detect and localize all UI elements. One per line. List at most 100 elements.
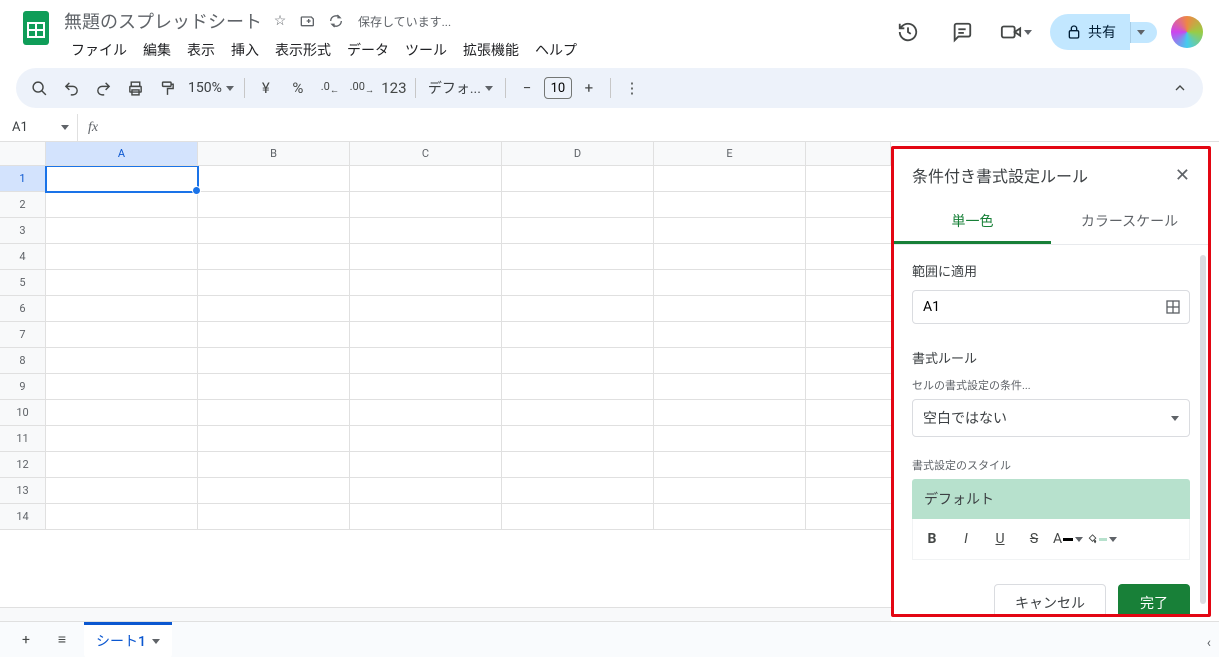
- menu-ヘルプ[interactable]: ヘルプ: [528, 36, 584, 64]
- cell[interactable]: [198, 426, 350, 452]
- cell[interactable]: [350, 374, 502, 400]
- cell[interactable]: [46, 452, 198, 478]
- cell[interactable]: [198, 270, 350, 296]
- cell[interactable]: [654, 270, 806, 296]
- menu-挿入[interactable]: 挿入: [224, 36, 266, 64]
- cell[interactable]: [46, 504, 198, 530]
- style-preview[interactable]: デフォルト: [912, 479, 1190, 519]
- column-header[interactable]: C: [350, 142, 502, 166]
- cell[interactable]: [350, 452, 502, 478]
- italic-button[interactable]: I: [951, 525, 981, 553]
- cell[interactable]: [198, 374, 350, 400]
- currency-button[interactable]: ¥: [251, 74, 281, 102]
- cell[interactable]: [46, 244, 198, 270]
- grid-select-icon[interactable]: [1157, 299, 1189, 315]
- cell[interactable]: [502, 166, 654, 192]
- cell[interactable]: [502, 348, 654, 374]
- range-input[interactable]: [913, 291, 1157, 323]
- select-all-corner[interactable]: [0, 142, 46, 166]
- cell[interactable]: [654, 400, 806, 426]
- redo-icon[interactable]: [88, 74, 118, 102]
- cell[interactable]: [502, 218, 654, 244]
- cell[interactable]: [198, 504, 350, 530]
- cell[interactable]: [46, 374, 198, 400]
- cell[interactable]: [654, 426, 806, 452]
- move-icon[interactable]: [298, 11, 318, 31]
- sheets-logo[interactable]: [16, 8, 56, 48]
- cell[interactable]: [46, 478, 198, 504]
- cell[interactable]: [654, 296, 806, 322]
- search-icon[interactable]: [24, 74, 54, 102]
- cell[interactable]: [502, 322, 654, 348]
- row-header[interactable]: 8: [0, 348, 46, 374]
- column-header[interactable]: A: [46, 142, 198, 166]
- cell[interactable]: [654, 192, 806, 218]
- menu-ツール[interactable]: ツール: [398, 36, 454, 64]
- cell[interactable]: [198, 322, 350, 348]
- bold-button[interactable]: B: [917, 525, 947, 553]
- cell[interactable]: [46, 166, 198, 192]
- row-header[interactable]: 11: [0, 426, 46, 452]
- cell[interactable]: [654, 244, 806, 270]
- share-button[interactable]: 共有: [1050, 14, 1130, 50]
- row-header[interactable]: 3: [0, 218, 46, 244]
- collapse-toolbar-icon[interactable]: [1165, 74, 1195, 102]
- name-box[interactable]: A1: [0, 114, 78, 141]
- cell[interactable]: [198, 348, 350, 374]
- tab-single-color[interactable]: 単一色: [894, 201, 1051, 244]
- row-header[interactable]: 2: [0, 192, 46, 218]
- cell[interactable]: [350, 218, 502, 244]
- cell[interactable]: [654, 374, 806, 400]
- cell[interactable]: [198, 400, 350, 426]
- cell[interactable]: [654, 452, 806, 478]
- cancel-button[interactable]: キャンセル: [994, 584, 1106, 614]
- row-header[interactable]: 9: [0, 374, 46, 400]
- star-icon[interactable]: ☆: [270, 11, 290, 31]
- row-header[interactable]: 1: [0, 166, 46, 192]
- increase-font-size-button[interactable]: +: [574, 74, 604, 102]
- sheet-tab[interactable]: シート1: [84, 622, 172, 658]
- row-header[interactable]: 13: [0, 478, 46, 504]
- comments-icon[interactable]: [942, 12, 982, 52]
- add-sheet-button[interactable]: +: [12, 626, 40, 654]
- cell[interactable]: [502, 244, 654, 270]
- menu-ファイル[interactable]: ファイル: [64, 36, 134, 64]
- close-icon[interactable]: ✕: [1175, 165, 1190, 186]
- row-header[interactable]: 12: [0, 452, 46, 478]
- menu-表示形式[interactable]: 表示形式: [268, 36, 338, 64]
- decrease-decimal-button[interactable]: .0←: [315, 74, 345, 102]
- print-icon[interactable]: [120, 74, 150, 102]
- history-icon[interactable]: [888, 12, 928, 52]
- decrease-font-size-button[interactable]: −: [512, 74, 542, 102]
- column-header[interactable]: E: [654, 142, 806, 166]
- column-header[interactable]: D: [502, 142, 654, 166]
- cell[interactable]: [502, 452, 654, 478]
- share-dropdown[interactable]: [1130, 22, 1157, 43]
- cell[interactable]: [46, 296, 198, 322]
- row-header[interactable]: 10: [0, 400, 46, 426]
- text-color-button[interactable]: A: [1053, 525, 1083, 553]
- cell[interactable]: [350, 270, 502, 296]
- cell[interactable]: [502, 192, 654, 218]
- meet-icon[interactable]: [996, 12, 1036, 52]
- menu-表示[interactable]: 表示: [180, 36, 222, 64]
- cell[interactable]: [350, 348, 502, 374]
- cell[interactable]: [198, 244, 350, 270]
- undo-icon[interactable]: [56, 74, 86, 102]
- cell[interactable]: [46, 426, 198, 452]
- horizontal-scrollbar[interactable]: [0, 607, 891, 621]
- number-format-button[interactable]: 123: [379, 74, 409, 102]
- underline-button[interactable]: U: [985, 525, 1015, 553]
- cell[interactable]: [350, 400, 502, 426]
- more-toolbar-icon[interactable]: ⋮: [617, 74, 647, 102]
- cell[interactable]: [502, 374, 654, 400]
- formula-input[interactable]: [108, 114, 1219, 141]
- fill-color-button[interactable]: [1087, 525, 1117, 553]
- cell[interactable]: [502, 426, 654, 452]
- cell[interactable]: [654, 322, 806, 348]
- condition-select[interactable]: 空白ではない: [912, 399, 1190, 437]
- cell[interactable]: [198, 478, 350, 504]
- cell[interactable]: [46, 400, 198, 426]
- cell[interactable]: [350, 244, 502, 270]
- increase-decimal-button[interactable]: .00→: [347, 74, 377, 102]
